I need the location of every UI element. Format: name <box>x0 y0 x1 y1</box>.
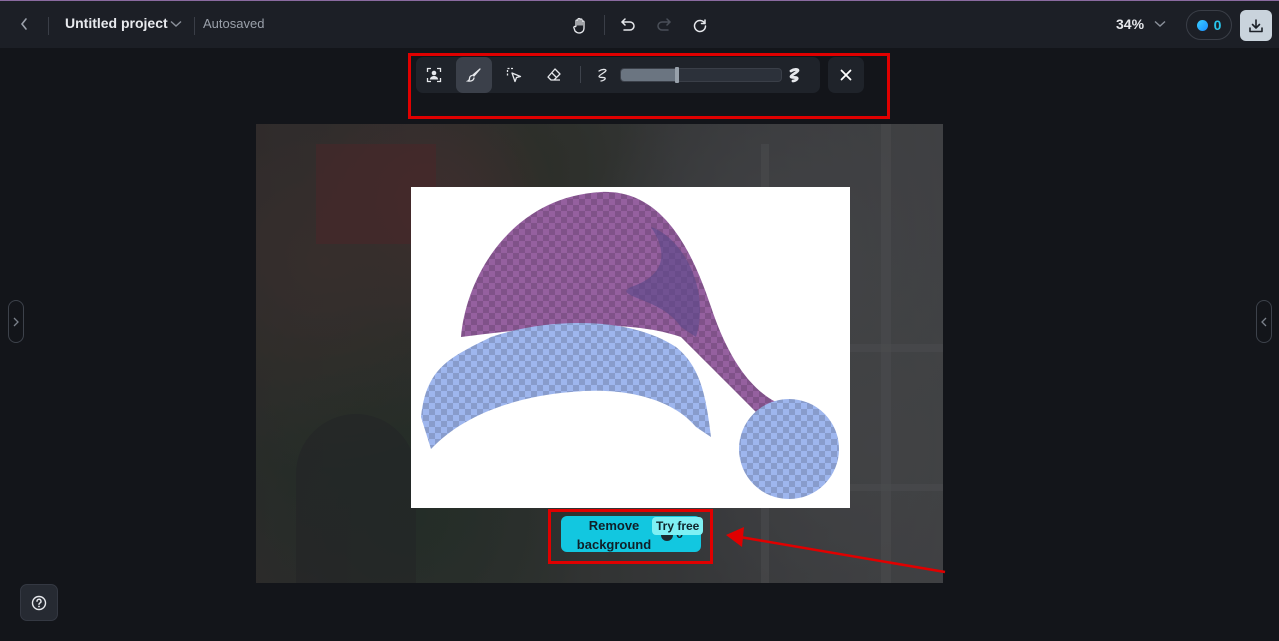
back-button[interactable] <box>14 13 34 35</box>
undo-button[interactable] <box>616 13 640 37</box>
download-button[interactable] <box>1240 10 1272 41</box>
project-title[interactable]: Untitled project <box>65 15 168 31</box>
redo-icon <box>656 18 672 32</box>
help-button[interactable] <box>20 584 58 621</box>
zoom-level[interactable]: 34% <box>1116 16 1144 32</box>
left-panel-toggle[interactable] <box>8 300 24 343</box>
person-select-icon <box>426 67 442 83</box>
santa-hat-image <box>421 191 839 499</box>
selected-image-layer[interactable] <box>411 187 850 508</box>
hand-icon <box>572 17 588 34</box>
tool-lasso-select[interactable] <box>496 57 532 93</box>
brush-size-slider[interactable] <box>620 68 782 82</box>
undo-icon <box>620 18 636 32</box>
brush-icon <box>466 67 482 83</box>
try-free-badge: Try free <box>652 517 704 535</box>
brush-size-slider-thumb[interactable] <box>674 67 679 83</box>
chevron-down-icon <box>170 20 182 28</box>
refresh-button[interactable] <box>688 13 712 37</box>
tool-eraser[interactable] <box>536 57 572 93</box>
help-icon <box>31 595 47 611</box>
tool-brush[interactable] <box>456 57 492 93</box>
divider <box>194 17 195 35</box>
brush-size-slider-fill <box>621 69 677 81</box>
divider <box>604 15 605 35</box>
hand-tool-button[interactable] <box>568 13 592 37</box>
top-bar: Untitled project Autosaved 34% 0 <box>0 1 1279 48</box>
annotation-arrow <box>726 527 946 574</box>
chevron-right-icon <box>13 317 19 327</box>
eraser-icon <box>546 67 562 83</box>
zoom-menu-button[interactable] <box>1152 15 1168 33</box>
refresh-icon <box>692 17 708 33</box>
redo-button[interactable] <box>652 13 676 37</box>
tool-auto-select-subject[interactable] <box>416 57 452 93</box>
close-toolbar-button[interactable] <box>828 57 864 93</box>
remove-background-label: Remove background <box>576 518 652 552</box>
toolbar-divider <box>580 66 581 83</box>
brush-size-small-button[interactable] <box>585 57 621 93</box>
chevron-down-icon <box>1154 20 1166 28</box>
divider <box>48 17 49 35</box>
right-panel-toggle[interactable] <box>1256 300 1272 343</box>
brush-size-large-button[interactable] <box>777 57 813 93</box>
save-status: Autosaved <box>203 16 265 31</box>
thick-stroke-icon <box>788 67 802 83</box>
credit-coin-icon <box>1196 19 1208 31</box>
chevron-left-icon <box>1261 317 1267 327</box>
project-menu-button[interactable] <box>168 15 184 33</box>
select-cursor-icon <box>506 67 522 83</box>
credits-count: 0 <box>1213 17 1222 33</box>
credits-badge[interactable]: 0 <box>1186 10 1232 40</box>
close-icon <box>840 69 852 81</box>
download-icon <box>1248 18 1264 34</box>
chevron-left-icon <box>19 17 29 31</box>
thin-stroke-icon <box>596 67 610 83</box>
